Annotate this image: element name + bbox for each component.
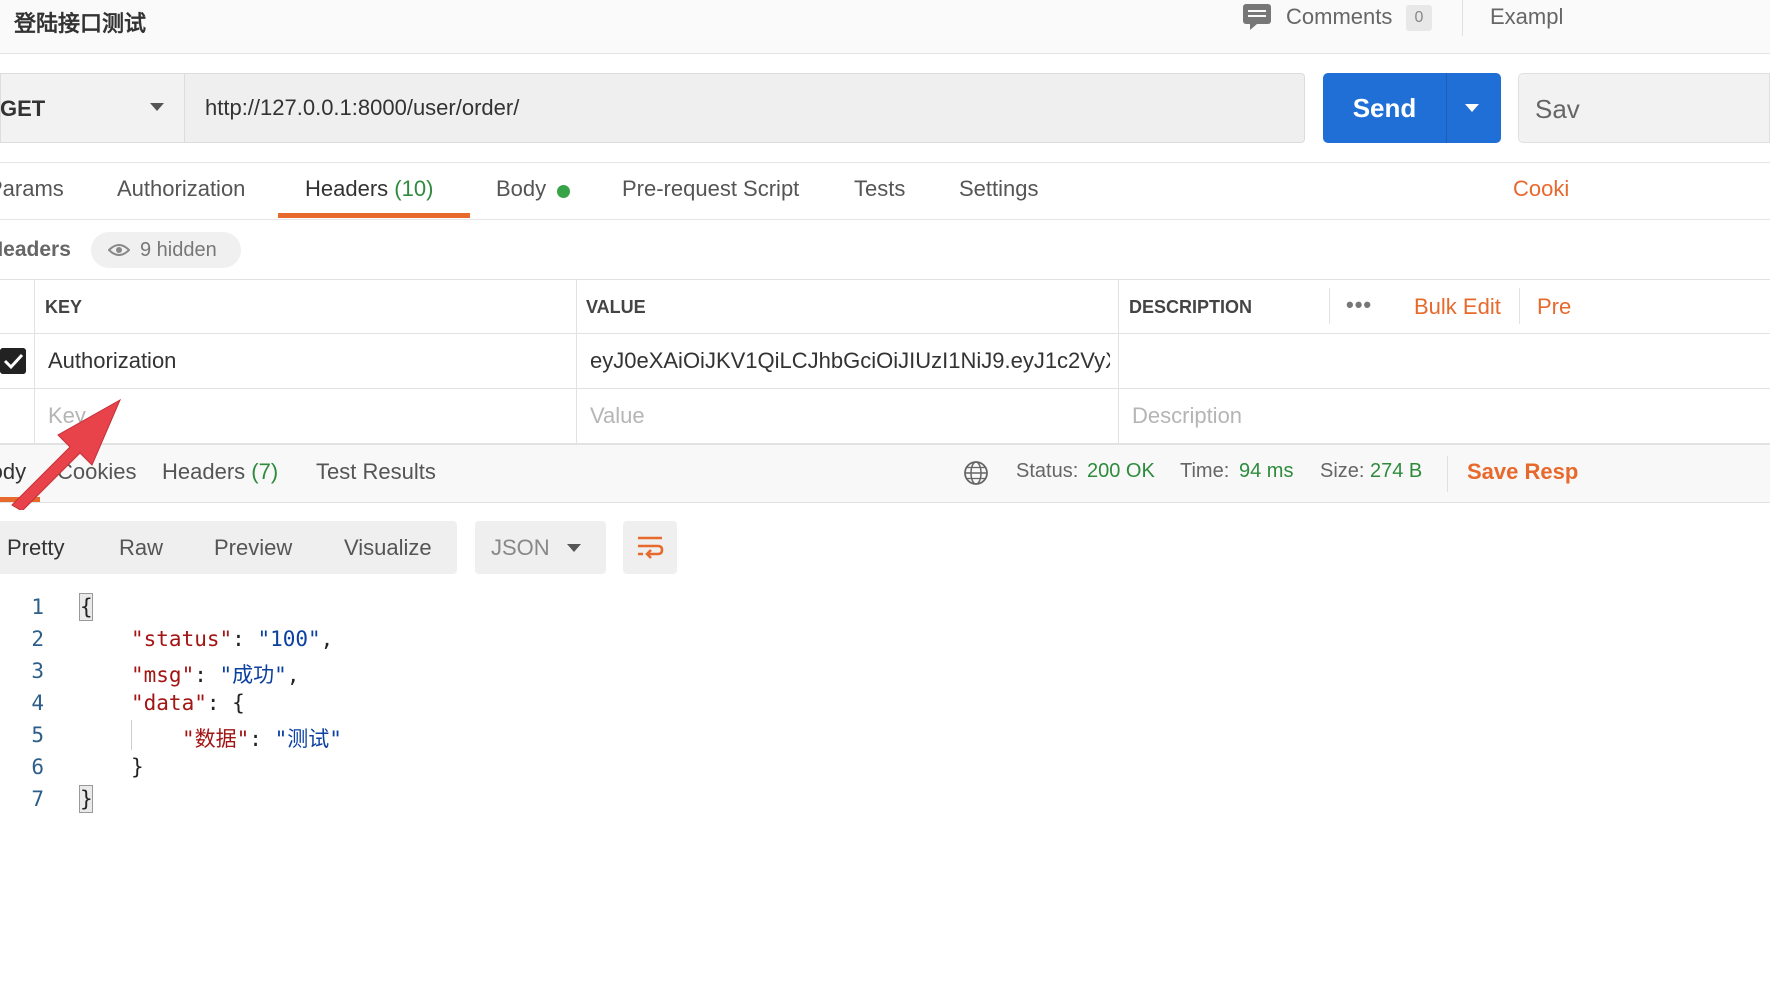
column-header-value: VALUE: [586, 297, 646, 317]
pretty-button[interactable]: Pretty: [7, 535, 64, 561]
chevron-down-icon: [567, 544, 581, 552]
tab-authorization[interactable]: Authorization: [117, 176, 245, 202]
code-line: }: [80, 787, 93, 811]
response-tab-test-results[interactable]: Test Results: [316, 459, 436, 485]
code-line: "data": {: [131, 691, 245, 715]
more-options-button[interactable]: •••: [1346, 292, 1372, 318]
comments-button[interactable]: Comments: [1286, 4, 1392, 30]
globe-icon[interactable]: [963, 460, 989, 486]
cookies-link[interactable]: Cooki: [1513, 176, 1569, 202]
comments-count-badge: 0: [1406, 5, 1432, 31]
tab-pre-request-script[interactable]: Pre-request Script: [622, 176, 799, 202]
divider: [1118, 279, 1119, 444]
tab-headers-count: (10): [394, 176, 434, 201]
json-key: "data": [131, 691, 207, 715]
tab-headers-label: Headers: [305, 176, 389, 201]
save-button[interactable]: Sav: [1518, 73, 1770, 143]
tab-settings[interactable]: Settings: [959, 176, 1039, 202]
visualize-button[interactable]: Visualize: [344, 535, 432, 561]
code-line: "status": "100",: [131, 627, 334, 651]
json-value: "100": [257, 627, 321, 651]
status-value: 200 OK: [1087, 460, 1155, 482]
language-label: JSON: [491, 535, 550, 560]
response-headers-label: Headers: [162, 459, 246, 484]
line-number: 4: [31, 691, 44, 715]
preview-button[interactable]: Preview: [214, 535, 292, 561]
annotation-arrow: [11, 398, 122, 510]
bulk-edit-button[interactable]: Bulk Edit: [1414, 294, 1501, 320]
eye-icon: [108, 244, 130, 256]
body-indicator-dot: [557, 185, 570, 198]
active-tab-indicator: [278, 213, 470, 218]
value-input[interactable]: Value: [590, 403, 645, 429]
chevron-down-icon: [150, 103, 164, 111]
tab-headers[interactable]: Headers (10): [305, 176, 433, 202]
header-value-cell[interactable]: eyJ0eXAiOiJKV1QiLCJhbGciOiJIUzI1NiJ9.eyJ…: [590, 348, 1110, 374]
divider: [1329, 288, 1330, 324]
presets-button[interactable]: Pre: [1537, 294, 1571, 320]
response-tab-headers[interactable]: Headers (7): [162, 459, 278, 485]
response-headers-count: (7): [251, 459, 279, 484]
hidden-headers-count: 9 hidden: [140, 239, 217, 261]
divider: [576, 279, 577, 444]
request-title[interactable]: 登陆接口测试: [14, 6, 146, 38]
code-line: }: [131, 755, 144, 779]
indent-guide: [131, 720, 132, 750]
row-enabled-checkbox[interactable]: [0, 348, 26, 374]
method-label: GET: [0, 96, 46, 121]
json-key: "msg": [131, 663, 195, 687]
status-label: Status:: [1016, 460, 1079, 482]
header-key-cell[interactable]: Authorization: [48, 348, 176, 374]
json-value: "测试": [274, 727, 342, 751]
divider: [1462, 0, 1463, 36]
column-header-key: KEY: [45, 297, 83, 317]
code-line: {: [80, 595, 93, 619]
raw-button[interactable]: Raw: [119, 535, 163, 561]
comment-icon[interactable]: [1242, 3, 1272, 31]
headers-section-label: Headers: [0, 238, 71, 261]
wrap-icon: [638, 536, 664, 559]
divider: [1447, 456, 1448, 492]
line-number: 6: [31, 755, 44, 779]
json-value: "成功": [219, 663, 287, 687]
tab-body[interactable]: Body: [496, 176, 546, 202]
divider: [1519, 288, 1520, 324]
line-number: 3: [31, 659, 44, 683]
tab-params[interactable]: Params: [0, 176, 64, 202]
chevron-down-icon: [1465, 104, 1479, 112]
url-input[interactable]: http://127.0.0.1:8000/user/order/: [184, 73, 1305, 143]
json-key: "status": [131, 627, 233, 651]
code-line: "msg": "成功",: [131, 663, 300, 687]
code-line: "数据": "测试": [182, 727, 342, 751]
json-key: "数据": [182, 727, 250, 751]
divider: [0, 333, 1770, 334]
column-header-description: DESCRIPTION: [1129, 297, 1253, 317]
tab-tests[interactable]: Tests: [854, 176, 905, 202]
time-value[interactable]: 94 ms: [1239, 460, 1293, 483]
line-number: 5: [31, 723, 44, 747]
size-label: Size:: [1320, 460, 1365, 482]
send-button[interactable]: Send: [1323, 73, 1446, 143]
save-response-button[interactable]: Save Resp: [1467, 459, 1578, 485]
line-number: 7: [31, 787, 44, 811]
description-input[interactable]: Description: [1132, 403, 1242, 429]
divider: [0, 388, 1770, 389]
time-label: Time:: [1180, 460, 1230, 482]
line-number: 2: [31, 627, 44, 651]
line-number: 1: [31, 595, 44, 619]
examples-button[interactable]: Exampl: [1490, 4, 1563, 30]
size-value[interactable]: 274 B: [1370, 460, 1422, 483]
wrap-lines-button[interactable]: [623, 521, 677, 574]
